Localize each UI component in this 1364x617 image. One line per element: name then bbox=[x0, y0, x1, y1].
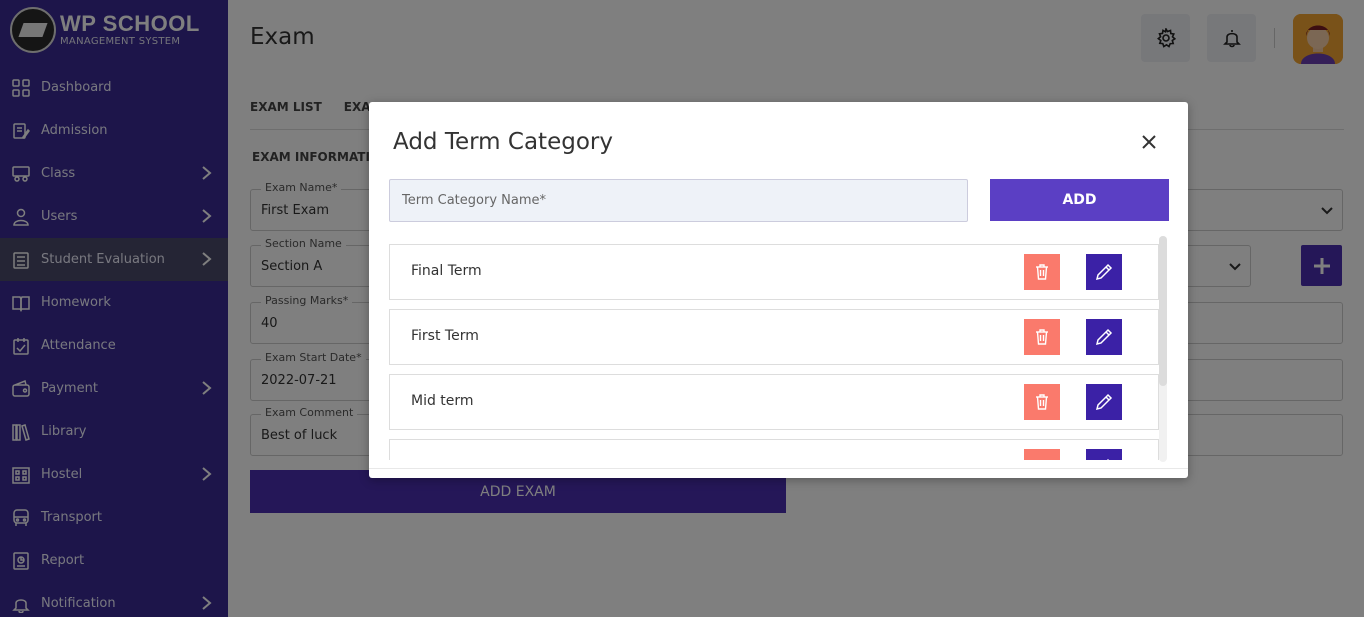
list-item bbox=[389, 439, 1159, 460]
pencil-icon bbox=[1095, 393, 1113, 411]
scrollbar-thumb[interactable] bbox=[1159, 236, 1167, 386]
trash-icon bbox=[1036, 329, 1048, 345]
delete-button[interactable] bbox=[1024, 254, 1060, 290]
term-name: Final Term bbox=[411, 263, 482, 279]
term-name: Mid term bbox=[411, 393, 474, 409]
add-term-category-modal: Add Term Category Term Category Name* AD… bbox=[369, 102, 1188, 478]
delete-button[interactable] bbox=[1024, 384, 1060, 420]
delete-button[interactable] bbox=[1024, 449, 1060, 460]
term-category-list: Final Term First Term Mid term bbox=[389, 244, 1159, 460]
list-item: Mid term bbox=[389, 374, 1159, 430]
input-placeholder: Term Category Name* bbox=[402, 193, 547, 208]
modal-title: Add Term Category bbox=[393, 129, 613, 155]
term-category-name-input[interactable]: Term Category Name* bbox=[389, 179, 968, 222]
edit-button[interactable] bbox=[1086, 384, 1122, 420]
pencil-icon bbox=[1095, 263, 1113, 281]
pencil-icon bbox=[1106, 458, 1110, 460]
term-name: First Term bbox=[411, 328, 479, 344]
edit-button[interactable] bbox=[1086, 254, 1122, 290]
close-icon[interactable] bbox=[1140, 133, 1158, 151]
trash-icon bbox=[1036, 394, 1048, 410]
list-item: First Term bbox=[389, 309, 1159, 365]
list-item: Final Term bbox=[389, 244, 1159, 300]
pencil-icon bbox=[1095, 328, 1113, 346]
modal-footer-divider bbox=[369, 468, 1188, 469]
add-button[interactable]: ADD bbox=[990, 179, 1169, 221]
delete-button[interactable] bbox=[1024, 319, 1060, 355]
edit-button[interactable] bbox=[1086, 319, 1122, 355]
list-scrollbar[interactable] bbox=[1159, 236, 1167, 462]
edit-button[interactable] bbox=[1086, 449, 1122, 460]
trash-icon bbox=[1036, 264, 1048, 280]
